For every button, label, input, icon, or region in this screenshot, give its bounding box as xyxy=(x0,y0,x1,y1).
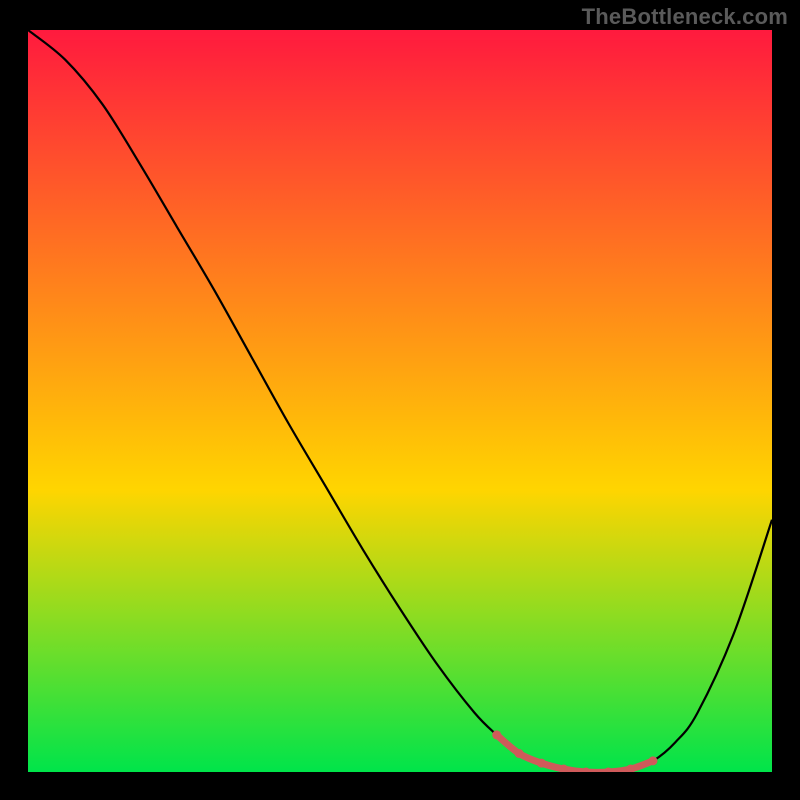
highlight-dot xyxy=(515,749,524,758)
plot-area xyxy=(28,30,772,772)
highlight-dot xyxy=(537,759,546,768)
watermark-text: TheBottleneck.com xyxy=(582,4,788,30)
highlight-dot xyxy=(648,756,657,765)
chart-stage: TheBottleneck.com xyxy=(0,0,800,800)
highlight-dot xyxy=(492,730,501,739)
plot-svg xyxy=(28,30,772,772)
gradient-background xyxy=(28,30,772,772)
